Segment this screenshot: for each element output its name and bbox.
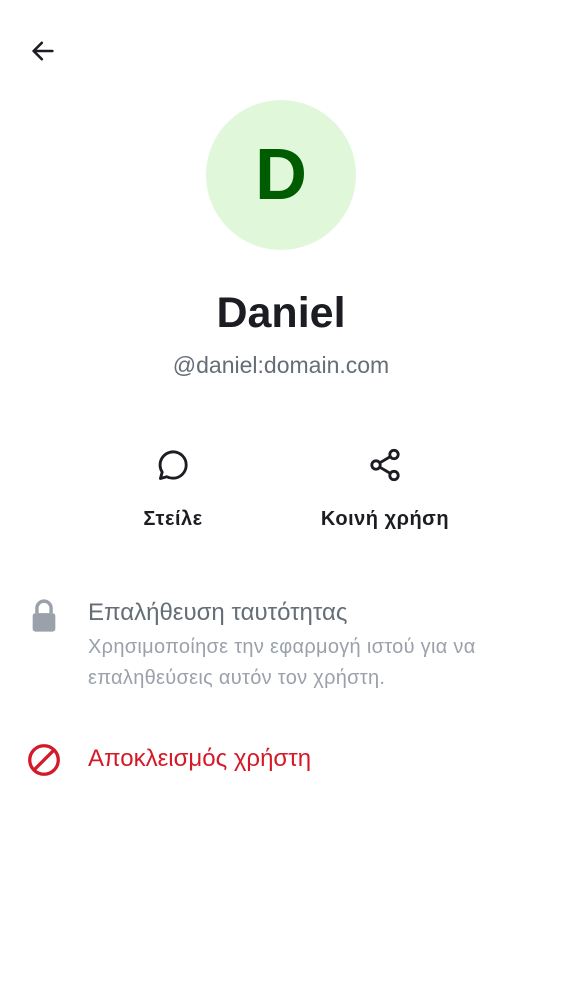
- back-button[interactable]: [22, 30, 64, 72]
- share-icon: [360, 440, 410, 490]
- avatar-initial: D: [255, 135, 307, 215]
- block-user-button[interactable]: Αποκλεισμός χρήστη: [0, 740, 562, 780]
- display-name: Daniel: [216, 289, 346, 337]
- send-message-label: Στείλε: [143, 508, 203, 530]
- avatar: D: [206, 100, 356, 250]
- verify-identity-description: Χρησιμοποίησε την εφαρμογή ιστού για να …: [88, 636, 476, 689]
- share-label: Κοινή χρήση: [320, 508, 450, 530]
- block-icon: [24, 740, 64, 780]
- lock-icon: [24, 596, 64, 636]
- share-button[interactable]: Κοινή χρήση: [285, 440, 485, 531]
- chat-bubble-icon: [148, 440, 198, 490]
- arrow-left-icon: [32, 41, 54, 61]
- block-user-label: Αποκλεισμός χρήστη: [88, 745, 312, 772]
- verify-identity-title: Επαλήθευση ταυτότητας: [88, 599, 348, 626]
- send-message-button[interactable]: Στείλε: [73, 440, 273, 531]
- user-id: @daniel:domain.com: [172, 352, 390, 378]
- verify-identity-row: Επαλήθευση ταυτότητας Χρησιμοποίησε την …: [0, 596, 562, 696]
